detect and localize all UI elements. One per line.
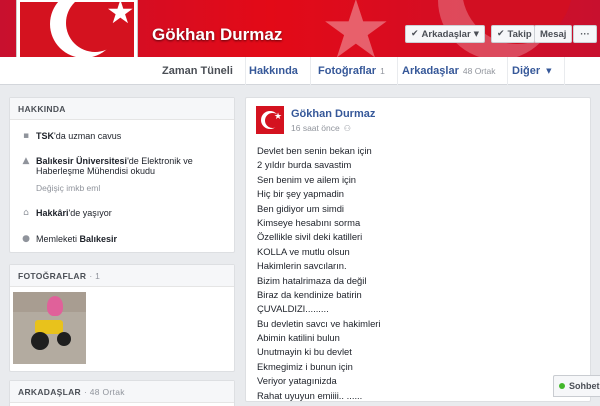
tab-more[interactable]: Diğer ▼ — [500, 57, 565, 85]
online-status-icon — [559, 383, 565, 389]
profile-name[interactable]: Gökhan Durmaz — [152, 25, 282, 45]
about-lives: ⌂ Hakkâri'de yaşıyor — [20, 208, 112, 218]
friends-panel: ARKADAŞLAR · 48 Ortak — [9, 380, 235, 406]
post-author[interactable]: Gökhan Durmaz — [291, 108, 375, 120]
friends-button[interactable]: ✔ Arkadaşlar ▼ — [405, 25, 485, 43]
caret-down-icon: ▼ — [546, 67, 552, 75]
about-education: ▲ Balıkesir Üniversitesi'de Elektronik v… — [20, 156, 193, 176]
post-timestamp[interactable]: 16 saat önce ⚇ — [291, 123, 351, 133]
timeline-post: ★ Gökhan Durmaz 16 saat önce ⚇ Devlet ben… — [245, 97, 591, 402]
about-header: HAKKINDA — [10, 98, 234, 120]
profile-nav: Zaman Tüneli Hakkında Fotoğraflar 1 Arka… — [0, 57, 600, 85]
from-link[interactable]: Balıkesir — [80, 234, 118, 244]
tab-count: 48 Ortak — [462, 66, 496, 76]
work-link[interactable]: TSK — [36, 131, 54, 141]
post-line: 2 yıldır burda savastim — [257, 159, 352, 171]
post-line: Özellikle sivil deki katilleri — [257, 231, 363, 243]
post-line: Bizim hatalrimaza da değil — [257, 274, 367, 286]
check-icon: ✔ — [497, 29, 505, 39]
tab-timeline[interactable]: Zaman Tüneli — [150, 57, 246, 85]
post-line: ÇUVALDIZI......... — [257, 303, 329, 315]
caret-down-icon: ▼ — [473, 30, 480, 38]
location-pin-icon: ● — [22, 234, 30, 244]
post-line: Hiç bir şey yapmadin — [257, 188, 345, 200]
graduation-cap-icon: ▲ — [22, 156, 30, 166]
star-icon: ★ — [274, 112, 283, 122]
follow-button[interactable]: ✔ Takip — [491, 25, 535, 43]
post-line: Biraz da kendinize batirin — [257, 288, 362, 300]
post-line: Sen benim ve ailem için — [257, 173, 357, 185]
post-line: Abimin katilini bulun — [257, 332, 340, 344]
tab-photos[interactable]: Fotoğraflar 1 — [306, 57, 398, 85]
friends-header[interactable]: ARKADAŞLAR · 48 Ortak — [10, 381, 234, 403]
tab-about[interactable]: Hakkında — [237, 57, 311, 85]
photos-header[interactable]: FOTOĞRAFLAR · 1 — [10, 265, 234, 287]
post-line: Kimseye hesabını sorma — [257, 216, 361, 228]
post-line: Veriyor yatagınizda — [257, 375, 337, 387]
more-options-button[interactable]: ··· — [573, 25, 597, 43]
education-sub: Değişiç imkb eml — [36, 183, 101, 193]
post-line: Ekmegimiz i bunun için — [257, 360, 353, 372]
message-button[interactable]: Mesaj — [534, 25, 572, 43]
post-line: Ben gidiyor um simdi — [257, 202, 345, 214]
post-line: KOLLA ve mutlu olsun — [257, 245, 350, 257]
cover-star-shape: ★ — [320, 0, 392, 57]
audience-icon[interactable]: ⚇ — [344, 124, 351, 133]
post-line: Hakimlerin savcıların. — [257, 260, 347, 272]
tab-friends[interactable]: Arkadaşlar 48 Ortak — [390, 57, 509, 85]
about-from: ● Memleketi Balıkesir — [20, 234, 117, 244]
photo-thumbnail[interactable] — [13, 292, 86, 364]
briefcase-icon: ▪ — [22, 131, 30, 141]
author-avatar[interactable]: ★ — [256, 106, 284, 134]
post-line: Rahat uyuyun emiiii.. ...... — [257, 389, 363, 401]
post-line: Bu devletin savcı ve hakimleri — [257, 317, 381, 329]
about-panel: HAKKINDA ▪ TSK'da uzman cavus ▲ Balıkesi… — [9, 97, 235, 253]
education-link[interactable]: Balıkesir Üniversitesi — [36, 156, 127, 166]
chat-tab[interactable]: Sohbet — [553, 375, 600, 397]
about-work: ▪ TSK'da uzman cavus — [20, 131, 121, 141]
photos-panel: FOTOĞRAFLAR · 1 — [9, 264, 235, 372]
post-line: Devlet ben senin bekan için — [257, 145, 372, 156]
post-line: Unutmayin ki bu devlet — [257, 346, 352, 358]
tab-count: 1 — [380, 66, 385, 76]
lives-link[interactable]: Hakkâri — [36, 208, 69, 218]
check-icon: ✔ — [411, 29, 419, 39]
home-icon: ⌂ — [23, 208, 29, 218]
star-icon: ★ — [106, 2, 134, 31]
post-text: Devlet ben senin bekan için 2 yıldır bur… — [257, 145, 381, 404]
